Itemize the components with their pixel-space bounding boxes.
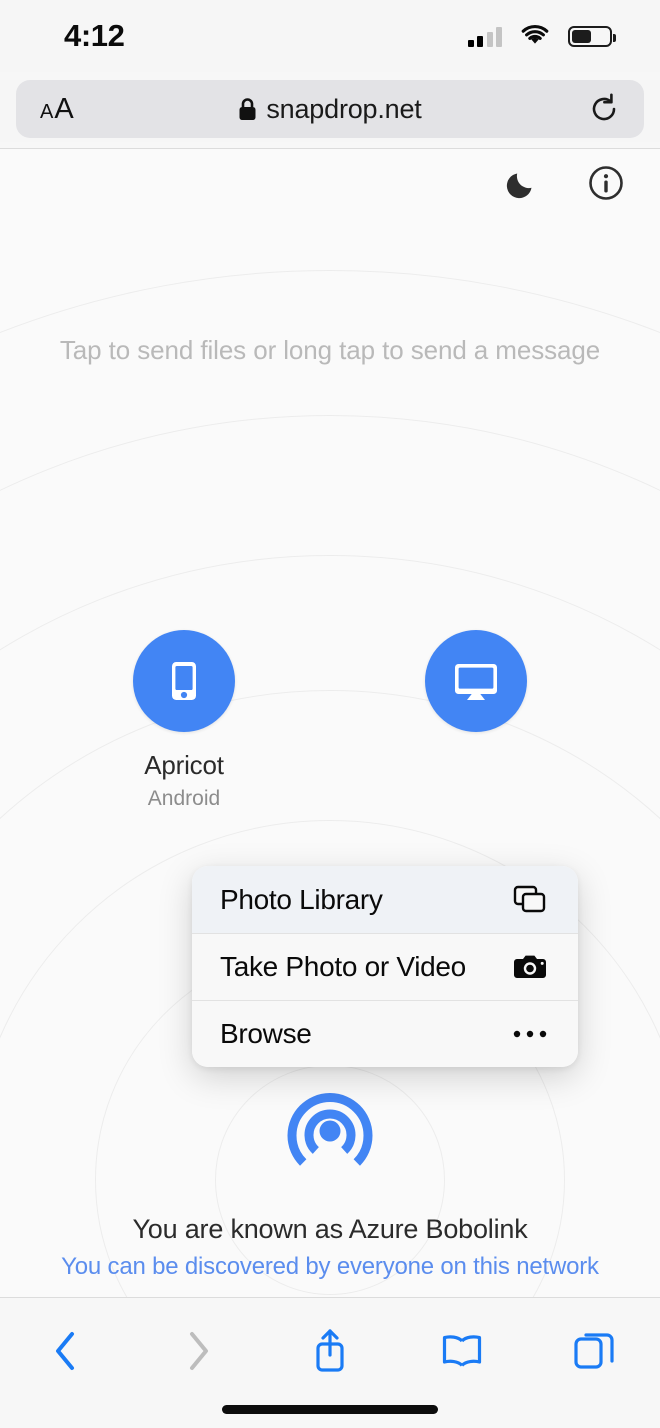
address-bar[interactable]: AA snapdrop.net	[16, 80, 644, 138]
peer-item[interactable]	[386, 630, 566, 811]
ellipsis-icon	[510, 1029, 550, 1039]
mobile-phone-icon	[172, 662, 196, 700]
menu-item-take-photo[interactable]: Take Photo or Video	[192, 933, 578, 1000]
iphone-screen: 4:12 AA snapdrop.net Tap to send files o…	[0, 0, 660, 1428]
menu-item-browse[interactable]: Browse	[192, 1000, 578, 1067]
center-hint-text: Tap to send files or long tap to send a …	[59, 335, 601, 365]
page-header-actions	[502, 163, 626, 203]
photos-stack-icon	[510, 885, 550, 915]
moon-icon	[506, 173, 532, 199]
snapdrop-logo-icon	[287, 1093, 373, 1166]
identity-footer: You are known as Azure Bobolink You can …	[0, 1081, 660, 1281]
chevron-right-icon	[190, 1332, 208, 1370]
snapdrop-logo	[277, 1081, 383, 1186]
tabs-icon	[574, 1333, 614, 1369]
snapdrop-page: Tap to send files or long tap to send a …	[0, 149, 660, 1297]
discovery-info[interactable]: You can be discovered by everyone on thi…	[61, 1253, 599, 1281]
share-icon	[316, 1329, 344, 1372]
reload-icon	[592, 93, 616, 121]
status-bar: 4:12	[0, 0, 660, 72]
back-button[interactable]	[20, 1320, 112, 1382]
reload-button[interactable]	[588, 93, 620, 125]
info-icon	[589, 166, 623, 200]
peer-item[interactable]: Apricot Android	[94, 630, 274, 811]
menu-item-label: Take Photo or Video	[220, 951, 466, 982]
safari-url-bar-container: AA snapdrop.net	[0, 80, 660, 142]
cellular-signal-icon	[467, 25, 502, 47]
menu-item-label: Photo Library	[220, 883, 383, 915]
text-size-button[interactable]: AA	[40, 93, 74, 126]
wifi-icon	[521, 25, 549, 44]
safari-bottom-toolbar	[0, 1297, 660, 1428]
menu-item-label: Browse	[220, 1018, 312, 1049]
peer-name: Apricot	[144, 750, 224, 780]
tabs-button[interactable]	[548, 1320, 640, 1382]
battery-icon	[568, 25, 616, 47]
camera-icon	[510, 953, 550, 981]
peer-avatar	[133, 630, 235, 732]
url-text: snapdrop.net	[266, 93, 422, 124]
bookmarks-button[interactable]	[416, 1320, 508, 1382]
share-button[interactable]	[284, 1320, 376, 1382]
theme-toggle-button[interactable]	[502, 163, 542, 203]
status-time: 4:12	[64, 18, 125, 53]
file-source-action-menu: Photo Library Take Photo or Video Browse	[192, 866, 578, 1067]
forward-button[interactable]	[152, 1320, 244, 1382]
url-display: snapdrop.net	[16, 80, 644, 138]
peer-avatar	[425, 630, 527, 732]
menu-item-photo-library[interactable]: Photo Library	[192, 866, 578, 933]
peer-model: Android	[147, 787, 221, 810]
about-button[interactable]	[586, 163, 626, 203]
chevron-left-icon	[56, 1332, 74, 1370]
status-indicators	[467, 25, 616, 47]
display-name: You are known as Azure Bobolink	[132, 1214, 528, 1244]
lock-icon	[239, 98, 256, 120]
battery-fill	[572, 29, 592, 43]
desktop-monitor-icon	[455, 664, 497, 700]
book-icon	[442, 1335, 482, 1367]
home-indicator	[222, 1405, 438, 1414]
peers-list: Apricot Android	[0, 630, 660, 811]
